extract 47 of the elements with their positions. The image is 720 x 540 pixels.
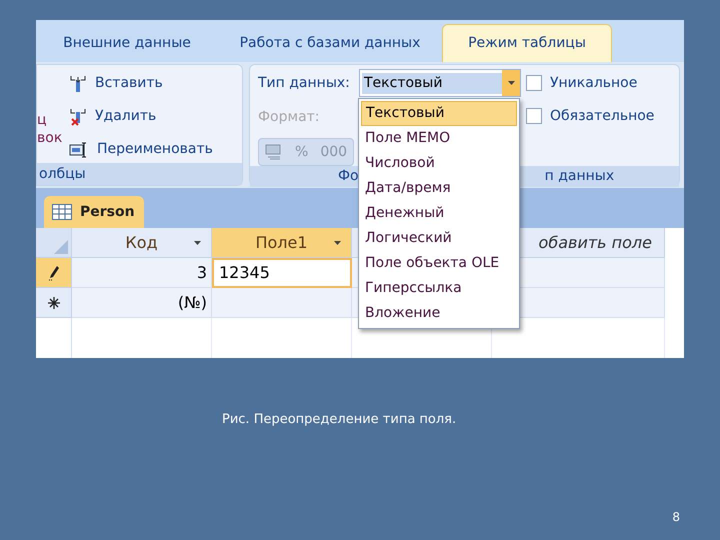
field-label: Тип данных: [258,74,351,92]
dropdown-option[interactable]: Дата/время [361,176,517,201]
table-icon [52,204,72,220]
asterisk-icon [48,296,60,308]
dropdown-option[interactable]: Гиперссылка [361,276,517,301]
insert-column-icon [69,74,87,92]
checkbox-label: Уникальное [550,74,638,92]
column-header[interactable]: Код [72,228,212,258]
group-label-text: Фо [338,167,359,186]
pencil-icon [48,264,60,280]
ribbon-button[interactable]: Вставить [69,71,213,96]
table-cell[interactable]: (№) [72,288,212,318]
ribbon-button[interactable]: Переименовать [69,137,213,162]
corner-triangle-icon [54,240,68,254]
field-label: Формат: [258,108,320,127]
checkbox[interactable] [526,75,542,91]
clipped-label: вок [37,129,64,147]
group-label-text: п данных [544,167,614,186]
data-type-combobox[interactable]: Текстовый [359,69,521,97]
document-tab-label: Person [80,202,135,222]
delete-column-icon [69,108,87,126]
column-header[interactable]: Поле1 [212,228,352,258]
table-cell[interactable]: 12345 [212,258,352,288]
dropdown-arrow-icon[interactable] [334,241,341,245]
ribbon-tab[interactable]: Режим таблицы [442,24,612,62]
page-number: 8 [672,509,680,526]
table-cell[interactable]: 3 [72,258,212,288]
group-label: олбцы [37,163,242,185]
table-cell[interactable] [212,288,352,318]
rename-column-icon [69,140,89,158]
dropdown-option[interactable]: Текстовый [361,101,517,126]
document-tab[interactable]: Person [44,196,144,228]
slide-caption: Рис. Переопределение типа поля. [222,412,456,427]
ribbon-tab[interactable]: Работа с базами данных [218,24,442,62]
record-selector[interactable] [36,258,72,288]
clipped-label: ц [37,111,48,129]
checkbox-label: Обязательное [550,106,654,126]
combobox-value: Текстовый [362,72,502,94]
dropdown-option[interactable]: Денежный [361,201,517,226]
ribbon-button[interactable]: Удалить [69,104,213,129]
dropdown-option[interactable]: Вложение [361,301,517,326]
dropdown-option[interactable]: Поле MEMO [361,126,517,151]
dropdown-option[interactable]: Числовой [361,151,517,176]
ribbon-tab[interactable]: Внешние данные [36,24,218,62]
record-selector[interactable] [36,288,72,318]
checkbox[interactable] [526,108,542,124]
dropdown-arrow-icon[interactable] [194,241,201,245]
